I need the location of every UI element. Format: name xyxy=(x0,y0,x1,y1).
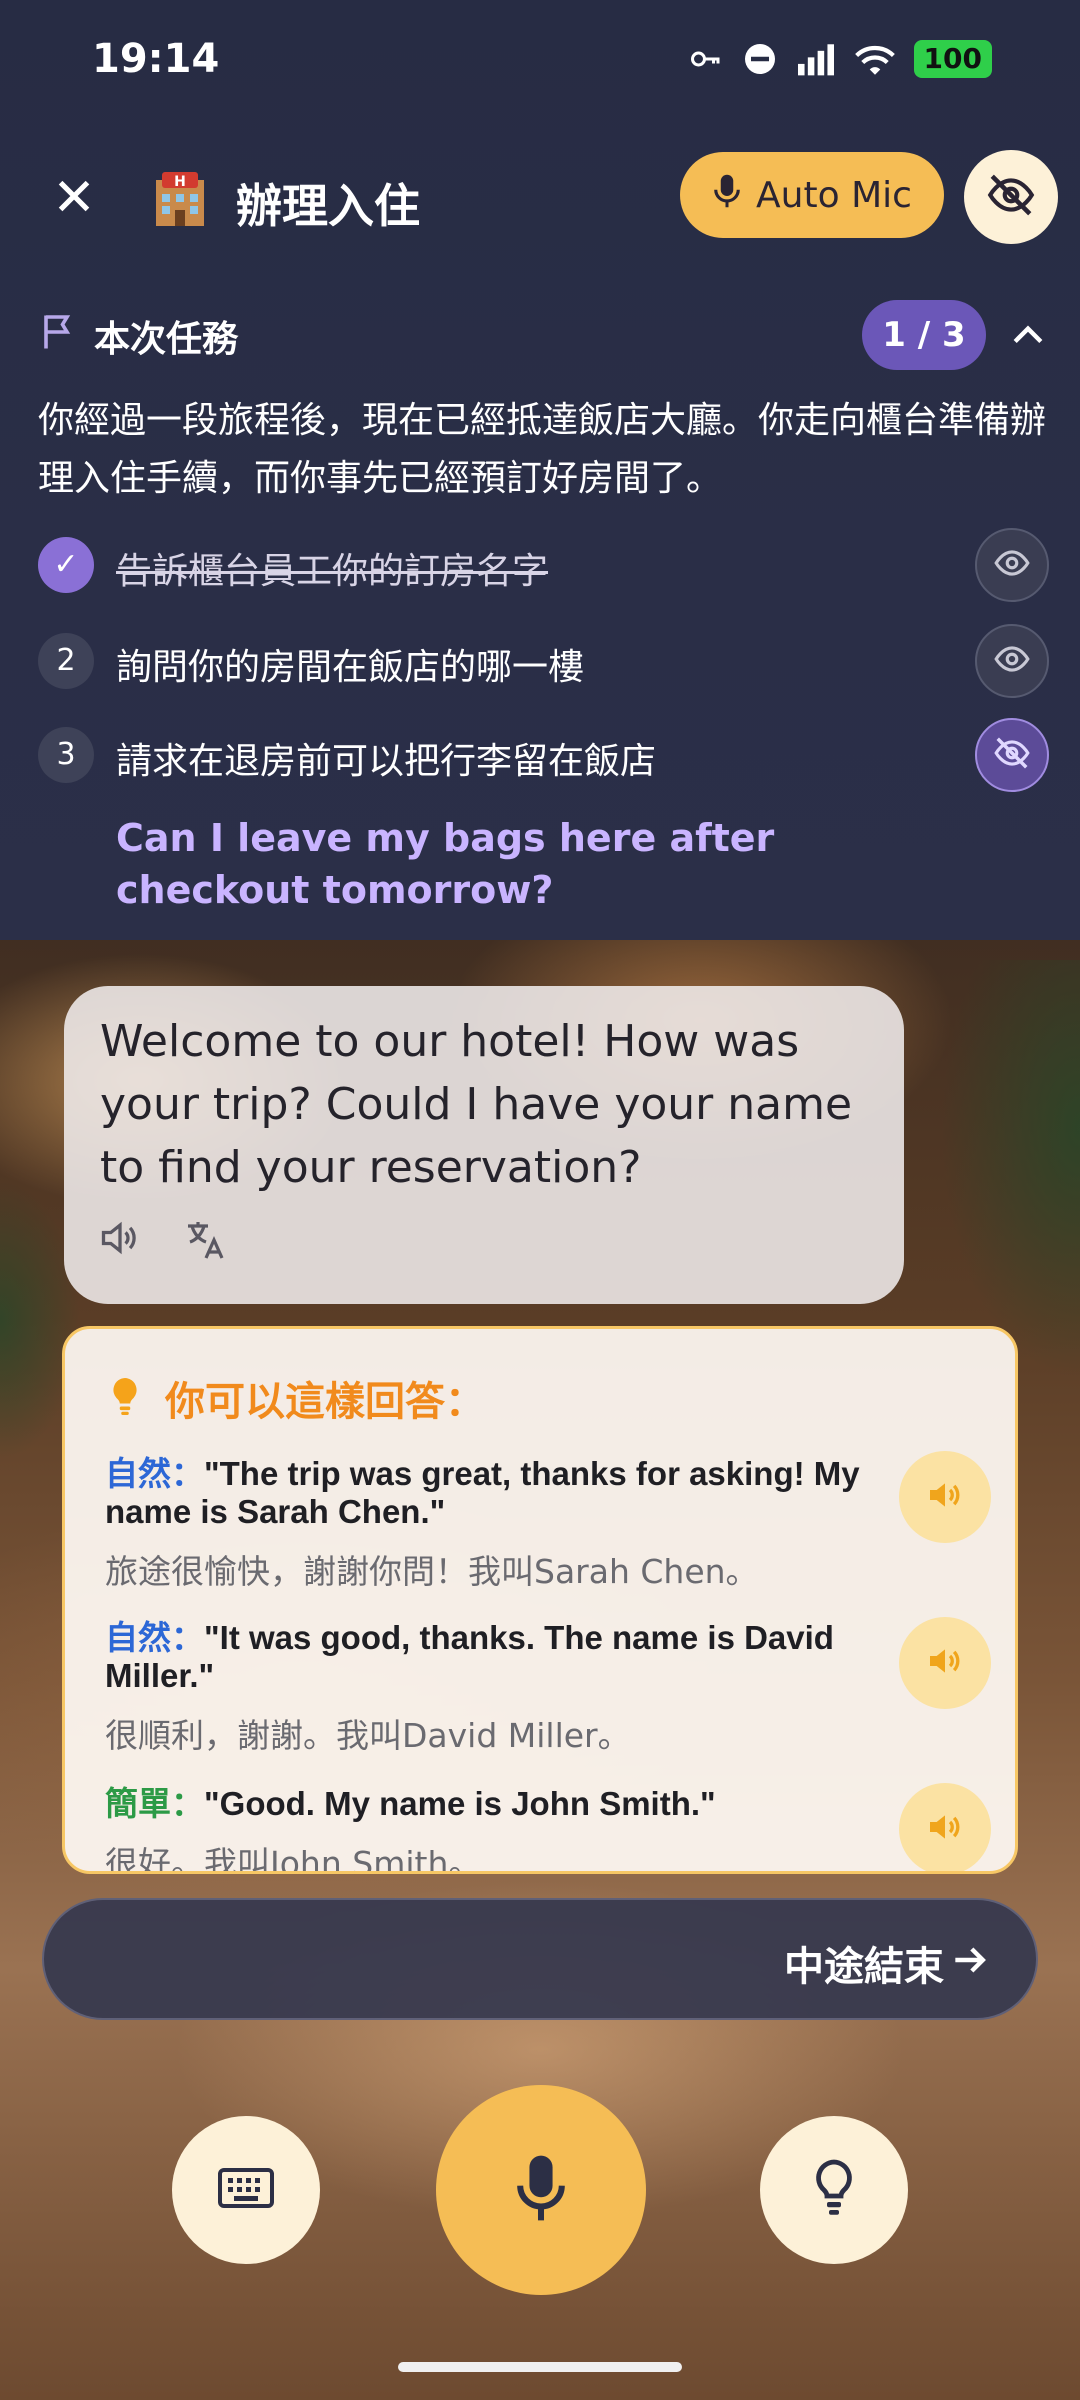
lightbulb-icon xyxy=(810,2158,858,2222)
chat-message: Welcome to our hotel! How was your trip?… xyxy=(100,1016,853,1193)
signal-icon xyxy=(796,41,836,77)
suggestion-text: "The trip was great, thanks for asking! … xyxy=(105,1455,860,1530)
task-item: 3 請求在退房前可以把行李留在飯店 xyxy=(38,718,1049,792)
show-translation-button[interactable] xyxy=(975,624,1049,698)
suggestion-english: 自然："The trip was great, thanks for askin… xyxy=(105,1455,865,1531)
play-audio-button[interactable] xyxy=(899,1783,991,1871)
task-panel: 19:14 100 ✕ H 辦理入住 Auto Mic 本次任務 1 / 3 你… xyxy=(0,0,1080,940)
task-item-number: 2 xyxy=(38,633,94,689)
hide-translation-button[interactable] xyxy=(975,718,1049,792)
suggestion-header: 你可以這樣回答： xyxy=(107,1369,485,1427)
close-button[interactable]: ✕ xyxy=(44,168,104,228)
do-not-disturb-icon xyxy=(742,41,778,77)
svg-text:H: H xyxy=(174,174,186,190)
end-conversation-button[interactable]: 中途結束 xyxy=(42,1898,1038,2020)
home-indicator[interactable] xyxy=(398,2362,682,2372)
play-audio-button[interactable] xyxy=(899,1451,991,1543)
task-item: 2 詢問你的房間在飯店的哪一樓 xyxy=(38,624,1049,698)
lightbulb-icon xyxy=(107,1375,143,1421)
record-mic-button[interactable] xyxy=(436,2085,646,2295)
task-title: 本次任務 xyxy=(94,319,239,360)
speaker-icon xyxy=(925,1807,965,1851)
speaker-icon[interactable] xyxy=(98,1216,142,1268)
suggestion-tag: 自然： xyxy=(105,1619,204,1656)
task-description: 你經過一段旅程後，現在已經抵達飯店大廳。你走向櫃台準備辦理入住手續，而你事先已經… xyxy=(38,400,1047,499)
eye-icon xyxy=(993,640,1031,682)
battery-icon: 100 xyxy=(913,40,992,78)
mic-icon xyxy=(513,2151,569,2229)
keyboard-icon xyxy=(218,2168,274,2212)
message-tools xyxy=(98,1216,230,1268)
task-item-text: 告訴櫃台員工你的訂房名字 xyxy=(116,551,549,592)
show-translation-button[interactable] xyxy=(975,528,1049,602)
chat-bubble-ai: Welcome to our hotel! How was your trip?… xyxy=(64,986,904,1304)
suggestion-item: 自然："The trip was great, thanks for askin… xyxy=(105,1451,991,1593)
task-hint-translation: Can I leave my bags here after checkout … xyxy=(116,816,775,912)
status-time: 19:14 xyxy=(92,36,220,82)
page-title: 辦理入住 xyxy=(236,179,420,233)
suggestion-title: 你可以這樣回答： xyxy=(165,1379,485,1425)
task-item-number: 3 xyxy=(38,727,94,783)
suggestion-chinese: 很好。我叫John Smith。 xyxy=(105,1844,482,1874)
suggestion-text: "Good. My name is John Smith." xyxy=(204,1785,716,1822)
suggestion-card: 你可以這樣回答： 自然："The trip was great, thanks … xyxy=(62,1326,1018,1874)
task-header: 本次任務 1 / 3 xyxy=(40,300,1050,370)
keyboard-button[interactable] xyxy=(172,2116,320,2264)
suggestion-english: 自然："It was good, thanks. The name is Dav… xyxy=(105,1619,865,1695)
key-icon xyxy=(688,41,724,77)
speaker-icon xyxy=(925,1475,965,1519)
auto-mic-label: Auto Mic xyxy=(756,174,912,216)
task-item-text: 詢問你的房間在飯店的哪一樓 xyxy=(116,647,585,688)
status-icons: 100 xyxy=(688,40,992,78)
suggestion-chinese: 旅途很愉快，謝謝你問！我叫Sarah Chen。 xyxy=(105,1552,759,1591)
task-item: ✓ 告訴櫃台員工你的訂房名字 xyxy=(38,528,1049,602)
suggestion-item: 自然："It was good, thanks. The name is Dav… xyxy=(105,1617,991,1757)
translate-icon[interactable] xyxy=(182,1216,230,1268)
hint-button[interactable] xyxy=(760,2116,908,2264)
task-item-text: 請求在退房前可以把行李留在飯店 xyxy=(116,741,657,782)
wifi-icon xyxy=(854,41,896,77)
hotel-icon: H xyxy=(148,166,212,230)
chevron-up-icon[interactable] xyxy=(1006,314,1050,358)
task-progress-badge: 1 / 3 xyxy=(862,300,986,370)
arrow-right-icon xyxy=(948,1938,992,1982)
suggestion-tag: 自然： xyxy=(105,1455,204,1492)
battery-level: 100 xyxy=(923,42,982,75)
end-conversation-label: 中途結束 xyxy=(784,1944,944,1990)
check-icon: ✓ xyxy=(38,537,94,593)
hide-translation-button[interactable] xyxy=(964,150,1058,244)
header: ✕ H 辦理入住 Auto Mic xyxy=(0,150,1080,246)
play-audio-button[interactable] xyxy=(899,1617,991,1709)
suggestion-tag: 簡單： xyxy=(105,1785,204,1822)
auto-mic-button[interactable]: Auto Mic xyxy=(680,152,944,238)
suggestion-english: 簡單："Good. My name is John Smith." xyxy=(105,1785,865,1823)
eye-icon xyxy=(993,544,1031,586)
suggestion-text: "It was good, thanks. The name is David … xyxy=(105,1619,834,1694)
status-bar: 19:14 100 xyxy=(0,0,1080,120)
suggestion-item: 簡單："Good. My name is John Smith." 很好。我叫J… xyxy=(105,1783,991,1874)
eye-off-icon xyxy=(986,170,1036,224)
suggestion-chinese: 很順利，謝謝。我叫David Miller。 xyxy=(105,1716,631,1755)
flag-icon xyxy=(40,312,76,352)
plant-decoration xyxy=(940,960,1080,1380)
mic-icon xyxy=(712,172,742,219)
speaker-icon xyxy=(925,1641,965,1685)
eye-off-icon xyxy=(993,734,1031,776)
